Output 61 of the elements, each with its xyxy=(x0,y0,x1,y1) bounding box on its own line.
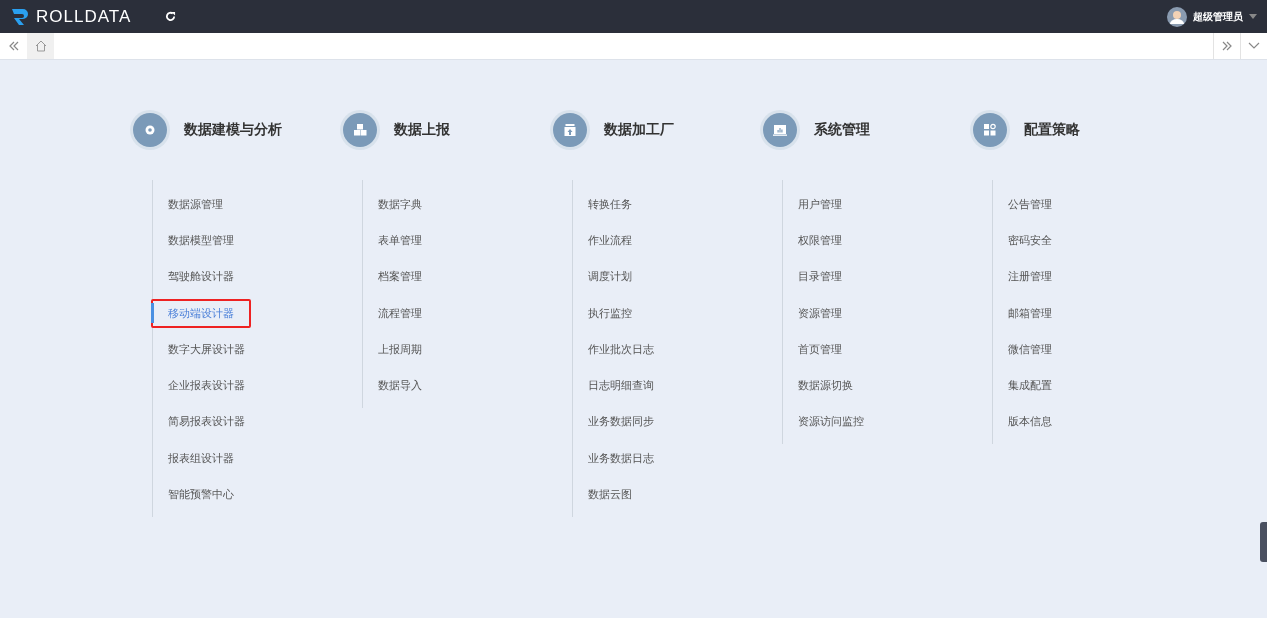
menu-item[interactable]: 公告管理 xyxy=(991,189,1069,219)
dropdown-caret-icon[interactable] xyxy=(1249,14,1257,19)
menu-item[interactable]: 版本信息 xyxy=(991,407,1069,437)
menu-item[interactable]: 企业报表设计器 xyxy=(151,371,262,401)
menu-item[interactable]: 执行监控 xyxy=(571,298,649,328)
category-icon xyxy=(763,113,797,147)
double-chevron-right-icon xyxy=(1221,41,1233,51)
category-title: 系统管理 xyxy=(814,121,870,139)
active-indicator xyxy=(151,302,154,323)
menu-item[interactable]: 用户管理 xyxy=(781,189,859,219)
menu-item[interactable]: 表单管理 xyxy=(361,225,439,255)
menu-item[interactable]: 资源访问监控 xyxy=(781,407,881,437)
menu-item[interactable]: 报表组设计器 xyxy=(151,443,251,473)
menu-item[interactable]: 微信管理 xyxy=(991,334,1069,364)
category-title: 数据加工厂 xyxy=(604,121,674,139)
category-title: 配置策略 xyxy=(1024,121,1080,139)
menu-item[interactable]: 日志明细查询 xyxy=(571,371,671,401)
menu-item[interactable]: 档案管理 xyxy=(361,262,439,292)
logo-text: ROLLDATA xyxy=(36,6,132,27)
menu-item[interactable]: 数字大屏设计器 xyxy=(151,334,262,364)
menu-item[interactable]: 数据源切换 xyxy=(781,371,870,401)
menu-item[interactable]: 驾驶舱设计器 xyxy=(151,262,251,292)
menu-item[interactable]: 流程管理 xyxy=(361,298,439,328)
category-icon xyxy=(973,113,1007,147)
refresh-icon[interactable] xyxy=(165,11,177,22)
menu-item[interactable]: 数据字典 xyxy=(361,189,439,219)
category-title: 数据建模与分析 xyxy=(184,121,282,139)
menu-item[interactable]: 注册管理 xyxy=(991,262,1069,292)
menu-item[interactable]: 集成配置 xyxy=(991,371,1069,401)
menu-item[interactable]: 资源管理 xyxy=(781,298,859,328)
menu-item[interactable]: 作业流程 xyxy=(571,225,649,255)
side-widget-handle[interactable] xyxy=(1260,522,1267,562)
menu-item[interactable]: 目录管理 xyxy=(781,262,859,292)
menu-item[interactable]: 移动端设计器 xyxy=(151,298,251,328)
menu-item[interactable]: 数据模型管理 xyxy=(151,225,251,255)
menu-item[interactable]: 智能预警中心 xyxy=(151,480,251,509)
menu-item[interactable]: 上报周期 xyxy=(361,334,439,364)
menu-item[interactable]: 邮箱管理 xyxy=(991,298,1069,328)
chevron-down-icon xyxy=(1248,42,1260,50)
menu-item[interactable]: 业务数据同步 xyxy=(571,407,671,437)
avatar-icon[interactable] xyxy=(1167,6,1187,27)
menu-item[interactable]: 业务数据日志 xyxy=(571,443,671,473)
menu-item[interactable]: 作业批次日志 xyxy=(571,334,671,364)
logo-icon xyxy=(10,6,30,27)
category-icon xyxy=(343,113,377,147)
home-icon xyxy=(34,40,47,52)
menu-item[interactable]: 权限管理 xyxy=(781,225,859,255)
menu-item[interactable]: 转换任务 xyxy=(571,189,649,219)
home-tab[interactable] xyxy=(27,33,54,59)
double-chevron-left-icon xyxy=(7,41,20,51)
category-icon xyxy=(133,113,167,147)
user-name[interactable]: 超级管理员 xyxy=(1193,9,1243,24)
menu-item[interactable]: 调度计划 xyxy=(571,262,649,292)
category-title: 数据上报 xyxy=(394,121,450,139)
menu-item[interactable]: 数据导入 xyxy=(361,371,439,401)
category-icon xyxy=(553,113,587,147)
menu-item[interactable]: 密码安全 xyxy=(991,225,1069,255)
menu-item[interactable]: 数据源管理 xyxy=(151,189,240,219)
menu-item[interactable]: 数据云图 xyxy=(571,480,649,509)
menu-item[interactable]: 简易报表设计器 xyxy=(151,407,262,437)
menu-item[interactable]: 首页管理 xyxy=(781,334,859,364)
